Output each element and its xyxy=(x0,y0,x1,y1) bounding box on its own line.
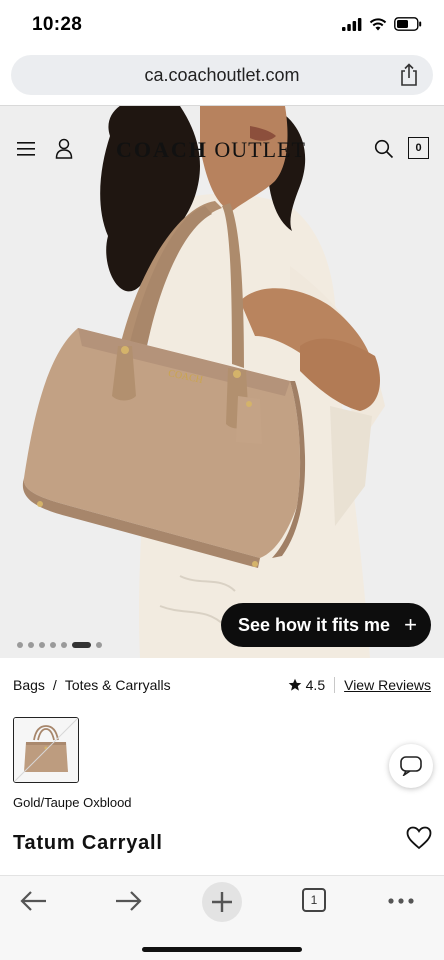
more-icon[interactable] xyxy=(388,898,414,904)
chat-icon xyxy=(400,756,422,776)
forward-icon[interactable] xyxy=(114,890,142,912)
rating-summary: 4.5 View Reviews xyxy=(288,677,431,693)
carousel-dot[interactable] xyxy=(39,642,45,648)
rating-value: 4.5 xyxy=(305,677,326,693)
logo-suffix: OUTLET xyxy=(214,137,306,162)
carousel-dot[interactable] xyxy=(17,642,23,648)
plus-icon xyxy=(212,892,232,912)
plus-icon: + xyxy=(404,612,417,637)
selected-color-name: Gold/Taupe Oxblood xyxy=(13,795,132,810)
new-tab-button[interactable] xyxy=(202,882,242,922)
status-bar: 10:28 xyxy=(0,0,444,52)
menu-icon[interactable] xyxy=(17,140,37,158)
address-bar[interactable]: ca.coachoutlet.com xyxy=(11,55,433,95)
carousel-dot[interactable] xyxy=(28,642,34,648)
carousel-dot[interactable] xyxy=(96,642,102,648)
carousel-dot[interactable] xyxy=(50,642,56,648)
heart-icon[interactable] xyxy=(406,826,432,850)
see-how-it-fits-button[interactable]: See how it fits me + xyxy=(221,603,431,647)
tabs-button[interactable]: 1 xyxy=(302,888,326,912)
account-icon[interactable] xyxy=(55,138,73,159)
view-reviews-link[interactable]: View Reviews xyxy=(344,677,431,693)
status-icons xyxy=(342,17,422,31)
home-indicator xyxy=(142,947,302,952)
wifi-icon xyxy=(369,17,387,30)
bag-thumbnail-image xyxy=(14,718,78,782)
breadcrumb-totes[interactable]: Totes & Carryalls xyxy=(65,677,171,693)
signal-icon xyxy=(342,17,362,31)
search-icon[interactable] xyxy=(374,139,394,159)
fit-button-label: See how it fits me xyxy=(238,614,391,635)
url-text[interactable]: ca.coachoutlet.com xyxy=(11,65,433,86)
product-title: Tatum Carryall xyxy=(13,832,163,854)
carousel-dots[interactable] xyxy=(17,642,102,648)
breadcrumb: Bags / Totes & Carryalls xyxy=(13,677,171,693)
carousel-dot[interactable] xyxy=(61,642,67,648)
product-hero-image[interactable]: COACH COACH OUTLET 0 See how it fits me … xyxy=(0,106,444,658)
bag-icon[interactable]: 0 xyxy=(408,137,429,159)
bag-count: 0 xyxy=(415,142,422,154)
color-swatch-thumbnail[interactable] xyxy=(13,717,79,783)
rating-divider xyxy=(334,677,336,693)
back-icon[interactable] xyxy=(20,890,48,912)
coach-outlet-logo[interactable]: COACH OUTLET xyxy=(116,137,306,163)
breadcrumb-bags[interactable]: Bags xyxy=(13,677,45,693)
star-icon xyxy=(288,678,301,691)
site-header: COACH OUTLET 0 xyxy=(0,106,444,196)
share-icon[interactable] xyxy=(399,63,419,87)
browser-toolbar: 1 xyxy=(0,875,444,960)
status-time: 10:28 xyxy=(32,14,83,35)
battery-icon xyxy=(394,17,422,31)
breadcrumb-separator: / xyxy=(52,677,57,693)
logo-brand: COACH xyxy=(116,137,208,162)
carousel-dot-active[interactable] xyxy=(72,642,91,648)
chat-button[interactable] xyxy=(389,744,433,788)
